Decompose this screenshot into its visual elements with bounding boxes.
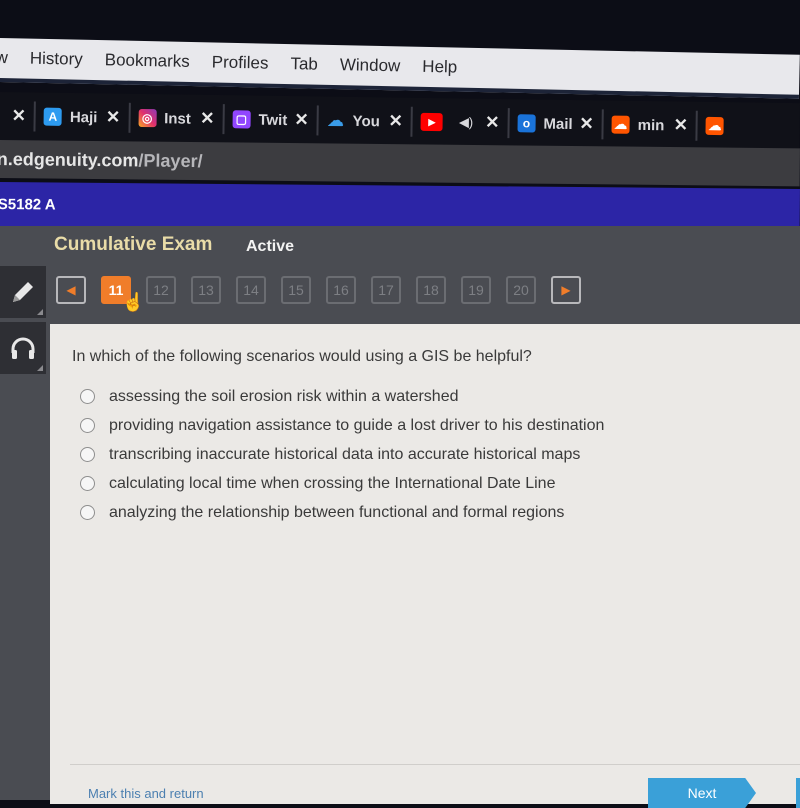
headphones-icon xyxy=(11,337,35,359)
mark-and-return-link[interactable]: Mark this and return xyxy=(88,786,204,801)
exam-title: Cumulative Exam xyxy=(54,234,213,255)
browser-tab[interactable]: ▢ Twit ✕ xyxy=(224,104,319,136)
tab-title: Haji xyxy=(69,108,98,126)
menu-view[interactable]: w xyxy=(0,48,8,68)
cloud-download-icon: ☁ xyxy=(327,112,344,130)
twitch-icon: ▢ xyxy=(232,110,251,129)
prev-question-button[interactable]: ◀ xyxy=(56,276,86,304)
answer-option[interactable]: transcribing inaccurate historical data … xyxy=(80,440,604,469)
next-question-button[interactable]: ▶ xyxy=(551,276,581,304)
a-logo-icon: A xyxy=(43,107,63,126)
answer-text: transcribing inaccurate historical data … xyxy=(109,445,581,463)
close-tab-icon[interactable]: ✕ xyxy=(674,115,689,135)
tab-title: Twit xyxy=(258,111,288,129)
question-prompt: In which of the following scenarios woul… xyxy=(72,348,532,365)
browser-tab[interactable]: ✕ xyxy=(0,100,37,132)
tab-title: Mail xyxy=(543,115,573,133)
radio-button[interactable] xyxy=(80,418,95,433)
browser-tab[interactable]: ☁ min ✕ xyxy=(603,109,699,141)
menu-help[interactable]: Help xyxy=(422,57,457,78)
answer-text: providing navigation assistance to guide… xyxy=(109,416,605,434)
question-button[interactable]: 19 xyxy=(461,276,491,304)
next-button[interactable]: Next xyxy=(648,778,756,808)
answer-option[interactable]: assessing the soil erosion risk within a… xyxy=(80,382,604,411)
menu-history[interactable]: History xyxy=(30,49,83,70)
browser-tab[interactable]: o Mail ✕ xyxy=(509,108,604,140)
outlook-icon: o xyxy=(517,114,536,133)
close-tab-icon[interactable]: ✕ xyxy=(388,111,404,131)
pencil-tool-button[interactable] xyxy=(0,266,46,318)
menu-bar: w History Bookmarks Profiles Tab Window … xyxy=(0,38,800,99)
answer-options: assessing the soil erosion risk within a… xyxy=(80,382,604,527)
browser-tab[interactable]: ▶ ◀) ✕ xyxy=(412,106,510,139)
close-tab-icon[interactable]: ✕ xyxy=(485,113,500,133)
pencil-icon xyxy=(13,282,33,302)
question-button[interactable]: 16 xyxy=(326,276,356,304)
hand-cursor-icon: ☝ xyxy=(122,292,145,312)
youtube-icon: ▶ xyxy=(420,112,443,132)
question-panel: In which of the following scenarios woul… xyxy=(50,324,800,808)
answer-text: calculating local time when crossing the… xyxy=(109,474,556,492)
course-code: S5182 A xyxy=(0,195,56,213)
answer-text: assessing the soil erosion risk within a… xyxy=(109,387,459,405)
menu-bookmarks[interactable]: Bookmarks xyxy=(105,50,190,72)
tab-title: min xyxy=(637,116,665,134)
soundcloud-icon: ☁ xyxy=(705,116,725,136)
tab-title: You xyxy=(352,112,380,130)
radio-button[interactable] xyxy=(80,447,95,462)
url-path: /Player/ xyxy=(138,149,203,171)
instagram-icon: ◎ xyxy=(138,108,157,128)
question-button[interactable]: 20 xyxy=(506,276,536,304)
tab-title: Inst xyxy=(164,109,191,128)
soundcloud-icon: ☁ xyxy=(611,115,630,134)
menu-tab[interactable]: Tab xyxy=(290,54,318,75)
next-button-edge xyxy=(796,778,800,808)
exam-status: Active xyxy=(246,238,295,255)
tool-sidebar xyxy=(0,266,46,378)
question-button[interactable]: 15 xyxy=(281,276,311,304)
close-tab-icon[interactable]: ✕ xyxy=(579,114,594,134)
footer-divider xyxy=(70,764,800,765)
question-button[interactable]: 17 xyxy=(371,276,401,304)
radio-button[interactable] xyxy=(80,389,95,404)
browser-tab[interactable]: ☁ You ✕ xyxy=(318,105,414,137)
question-button[interactable]: 14 xyxy=(236,276,266,304)
menu-profiles[interactable]: Profiles xyxy=(212,52,269,73)
url-host: n.edgenuity.com xyxy=(0,148,139,170)
answer-option[interactable]: providing navigation assistance to guide… xyxy=(80,411,604,440)
question-button[interactable]: 18 xyxy=(416,276,446,304)
answer-option[interactable]: calculating local time when crossing the… xyxy=(80,469,604,498)
menu-window[interactable]: Window xyxy=(340,55,401,76)
browser-tab[interactable]: A Haji ✕ xyxy=(35,101,131,133)
speaker-icon[interactable]: ◀) xyxy=(459,114,474,130)
address-bar[interactable]: n.edgenuity.com /Player/ xyxy=(0,140,800,187)
close-tab-icon[interactable]: ✕ xyxy=(294,110,309,130)
answer-option[interactable]: analyzing the relationship between funct… xyxy=(80,498,604,527)
answer-text: analyzing the relationship between funct… xyxy=(109,503,565,521)
radio-button[interactable] xyxy=(80,505,95,520)
exam-player: Cumulative Exam Active ◀ 11 12 13 14 15 … xyxy=(0,226,800,808)
headphones-tool-button[interactable] xyxy=(0,322,46,374)
question-button[interactable]: 13 xyxy=(191,276,221,304)
browser-tab[interactable]: ◎ Inst ✕ xyxy=(129,102,225,135)
radio-button[interactable] xyxy=(80,476,95,491)
close-tab-icon[interactable]: ✕ xyxy=(106,107,121,127)
close-tab-icon[interactable]: ✕ xyxy=(12,106,27,126)
question-button[interactable]: 12 xyxy=(146,276,176,304)
close-tab-icon[interactable]: ✕ xyxy=(200,109,215,129)
browser-tab[interactable]: ☁ xyxy=(698,111,740,142)
